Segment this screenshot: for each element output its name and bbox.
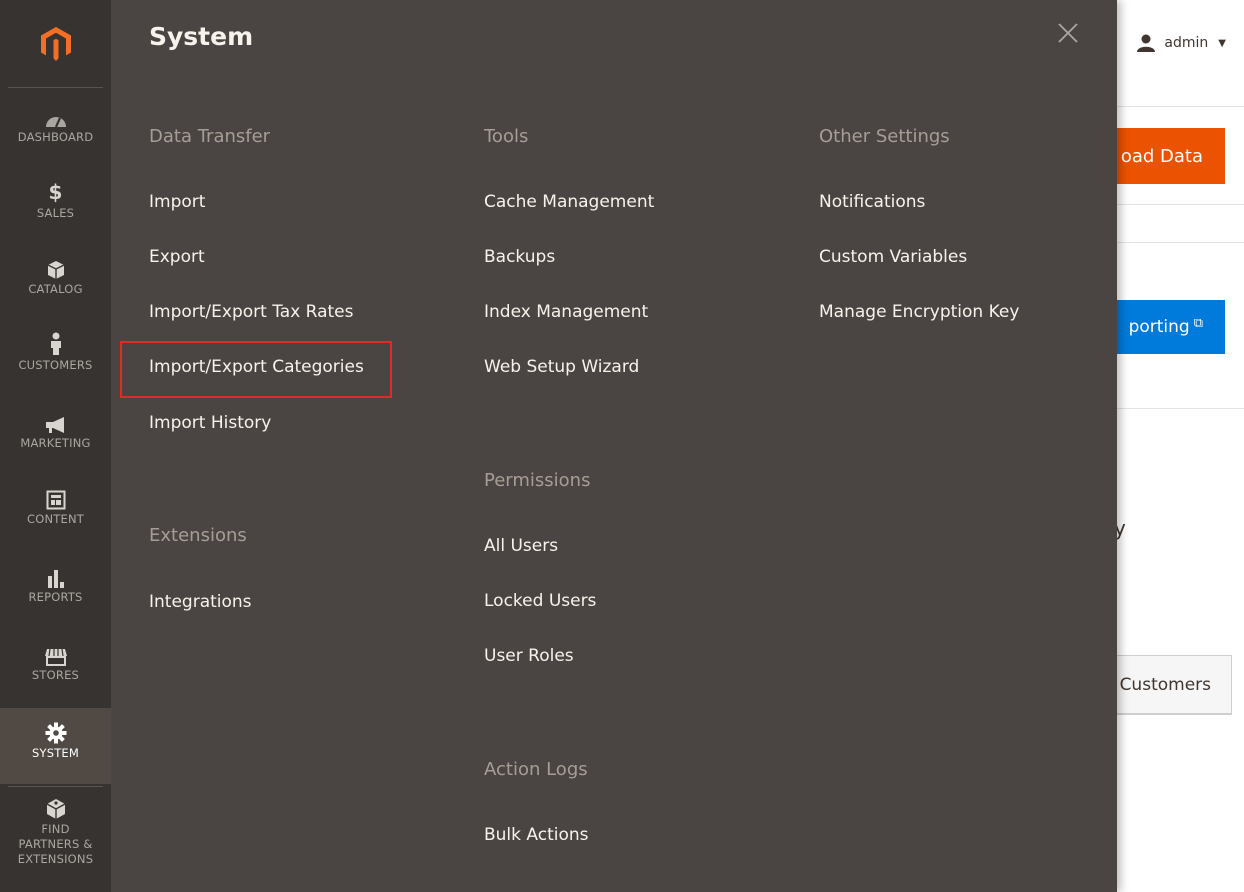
nav-label: SYSTEM [31,746,80,760]
menu-link-web-setup-wizard[interactable]: Web Setup Wizard [484,357,639,377]
nav-sales[interactable]: $ SALES [0,180,111,250]
menu-link-import[interactable]: Import [149,192,205,212]
flyout-title: System [149,22,254,51]
external-link-icon: ⧉ [1193,315,1203,331]
menu-link-import-history[interactable]: Import History [149,413,271,433]
menu-link-user-roles[interactable]: User Roles [484,646,574,666]
divider [1117,408,1244,409]
nav-dashboard[interactable]: DASHBOARD [0,104,111,174]
person-icon [49,332,63,356]
megaphone-icon [45,410,67,434]
dollar-icon: $ [48,180,63,204]
reload-data-label: oad Data [1120,145,1203,167]
bar-chart-icon [47,564,65,588]
section-heading-tools: Tools [484,126,529,147]
tab-customers[interactable]: Customers [1100,655,1232,715]
nav-catalog[interactable]: CATALOG [0,256,111,326]
box-icon [47,256,65,280]
storefront-icon [44,642,68,666]
menu-link-index-management[interactable]: Index Management [484,302,648,322]
nav-find-partners-extensions[interactable]: FIND PARTNERS & EXTENSIONS [0,796,111,888]
admin-username: admin [1164,35,1209,51]
menu-link-backups[interactable]: Backups [484,247,555,267]
menu-link-integrations[interactable]: Integrations [149,592,252,612]
section-heading-action-logs: Action Logs [484,759,588,780]
system-flyout-menu: System Data Transfer Import Export Impor… [111,0,1117,892]
menu-link-all-users[interactable]: All Users [484,536,558,556]
nav-label: MARKETING [20,436,91,450]
gear-icon [45,720,67,744]
admin-sidebar: DASHBOARD $ SALES CATALOG CUSTOMERS MARK… [0,0,111,892]
divider [1117,242,1244,243]
reporting-label: porting [1128,317,1190,337]
section-heading-data-transfer: Data Transfer [149,126,271,147]
menu-link-notifications[interactable]: Notifications [819,192,925,212]
nav-stores[interactable]: STORES [0,642,111,704]
user-icon [1136,34,1156,52]
chevron-down-icon: ▼ [1218,37,1226,49]
menu-link-import-export-categories[interactable]: Import/Export Categories [149,357,364,377]
section-heading-other-settings: Other Settings [819,126,950,147]
divider [1117,204,1244,205]
nav-reports[interactable]: REPORTS [0,564,111,634]
tab-customers-label: Customers [1119,674,1211,695]
magento-logo-icon [40,26,71,61]
nav-content[interactable]: CONTENT [0,486,111,556]
nav-label: FIND PARTNERS & EXTENSIONS [17,822,94,866]
nav-label: CONTENT [26,512,84,526]
blocks-icon [46,796,66,820]
nav-label: CUSTOMERS [18,358,93,372]
nav-label: DASHBOARD [17,130,94,144]
nav-label: STORES [31,668,80,682]
divider [1117,106,1244,107]
section-heading-permissions: Permissions [484,470,591,491]
close-icon[interactable] [1057,22,1079,44]
layout-icon [46,486,66,510]
nav-label: CATALOG [28,282,83,296]
nav-system[interactable]: SYSTEM [0,708,111,784]
dashboard-icon [45,104,67,128]
nav-marketing[interactable]: MARKETING [0,410,111,480]
nav-customers[interactable]: CUSTOMERS [0,332,111,402]
admin-account-menu[interactable]: admin ▼ [1136,34,1226,52]
menu-link-locked-users[interactable]: Locked Users [484,591,596,611]
nav-label: SALES [36,206,75,220]
menu-link-import-export-tax-rates[interactable]: Import/Export Tax Rates [149,302,354,322]
magento-logo[interactable] [8,0,103,88]
divider [8,786,103,787]
menu-link-bulk-actions[interactable]: Bulk Actions [484,825,589,845]
nav-label: REPORTS [28,590,83,604]
section-heading-extensions: Extensions [149,525,247,546]
menu-link-custom-variables[interactable]: Custom Variables [819,247,967,267]
menu-link-export[interactable]: Export [149,247,205,267]
menu-link-manage-encryption-key[interactable]: Manage Encryption Key [819,302,1019,322]
menu-link-cache-management[interactable]: Cache Management [484,192,654,212]
